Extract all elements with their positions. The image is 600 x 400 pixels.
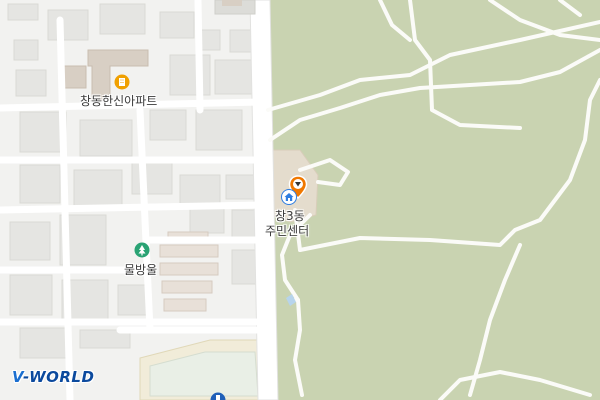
apartment-icon[interactable] bbox=[114, 74, 130, 90]
apartment-label: 창동한신아파트 bbox=[80, 94, 158, 108]
center-label-line2: 주민센터 bbox=[265, 224, 310, 238]
home-icon[interactable] bbox=[281, 189, 297, 205]
blue-poi-icon[interactable] bbox=[210, 392, 226, 400]
map-view[interactable]: 창동한신아파트 창3동 주민센터 물방울 V-WORLD bbox=[0, 0, 600, 400]
map-base-layer bbox=[0, 0, 600, 400]
park-icon[interactable] bbox=[134, 242, 150, 258]
vworld-logo: V-WORLD bbox=[12, 368, 95, 386]
park-label: 물방울 bbox=[124, 263, 158, 277]
